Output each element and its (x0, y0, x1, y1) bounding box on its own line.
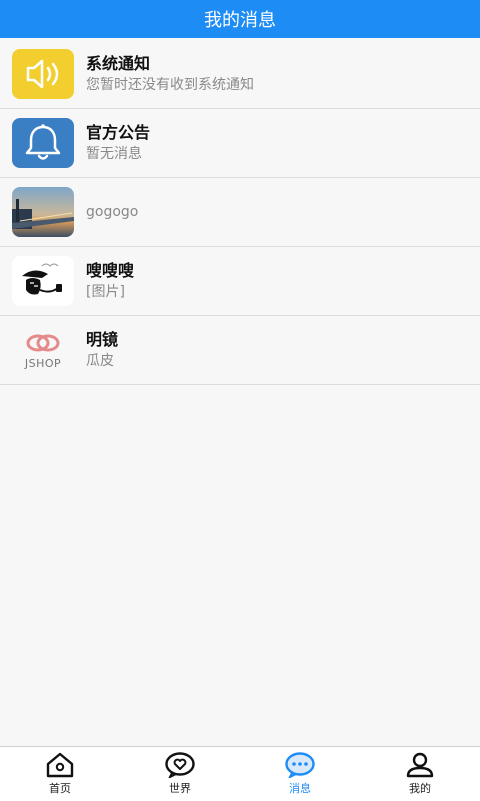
announcement-avatar (12, 118, 74, 168)
smoking-character-avatar (12, 256, 74, 306)
tab-world[interactable]: 世界 (120, 747, 240, 801)
message-title: 官方公告 (86, 123, 151, 142)
chat-icon (285, 752, 315, 778)
message-item-announcement[interactable]: 官方公告 暂无消息 (0, 109, 480, 178)
jshop-logo: JSHOP (12, 325, 74, 375)
bridge-photo (12, 187, 74, 237)
bell-icon (25, 124, 61, 160)
message-preview: [图片] (86, 284, 125, 300)
tab-messages[interactable]: 消息 (240, 747, 360, 801)
page-title: 我的消息 (204, 10, 276, 31)
tab-label: 我的 (409, 782, 431, 795)
home-icon (46, 752, 74, 778)
tab-label: 世界 (169, 782, 191, 795)
system-notice-avatar (12, 49, 74, 99)
user-icon (406, 752, 434, 778)
speaker-icon (26, 59, 59, 89)
message-item-system[interactable]: 系统通知 您暂时还没有收到系统通知 (0, 40, 480, 109)
message-item-gogogo[interactable]: gogogo (0, 178, 480, 247)
message-preview: 瓜皮 (86, 353, 114, 369)
tab-label: 消息 (289, 782, 311, 795)
message-item-mingjing[interactable]: JSHOP 明镜 瓜皮 (0, 316, 480, 385)
app-header: 我的消息 (0, 0, 480, 38)
bridge-photo-art (12, 199, 74, 229)
message-preview: 暂无消息 (86, 146, 142, 162)
message-title: 嗖嗖嗖 (86, 261, 135, 280)
heart-bubble-icon (165, 752, 195, 778)
message-preview: gogogo (86, 204, 139, 220)
bottom-tab-bar: 首页 世界 消息 我的 (0, 746, 480, 801)
message-item-sousousou[interactable]: 嗖嗖嗖 [图片] (0, 247, 480, 316)
tab-me[interactable]: 我的 (360, 747, 480, 801)
tab-label: 首页 (49, 782, 71, 795)
message-preview: 您暂时还没有收到系统通知 (86, 77, 254, 93)
tab-home[interactable]: 首页 (0, 747, 120, 801)
smoking-character-art (22, 263, 62, 295)
message-title: 系统通知 (86, 54, 151, 73)
jshop-logo-text: JSHOP (24, 357, 62, 370)
message-title: 明镜 (86, 330, 119, 349)
message-list: 系统通知 您暂时还没有收到系统通知 官方公告 暂无消息 gogogo 嗖嗖嗖 [… (0, 40, 480, 385)
